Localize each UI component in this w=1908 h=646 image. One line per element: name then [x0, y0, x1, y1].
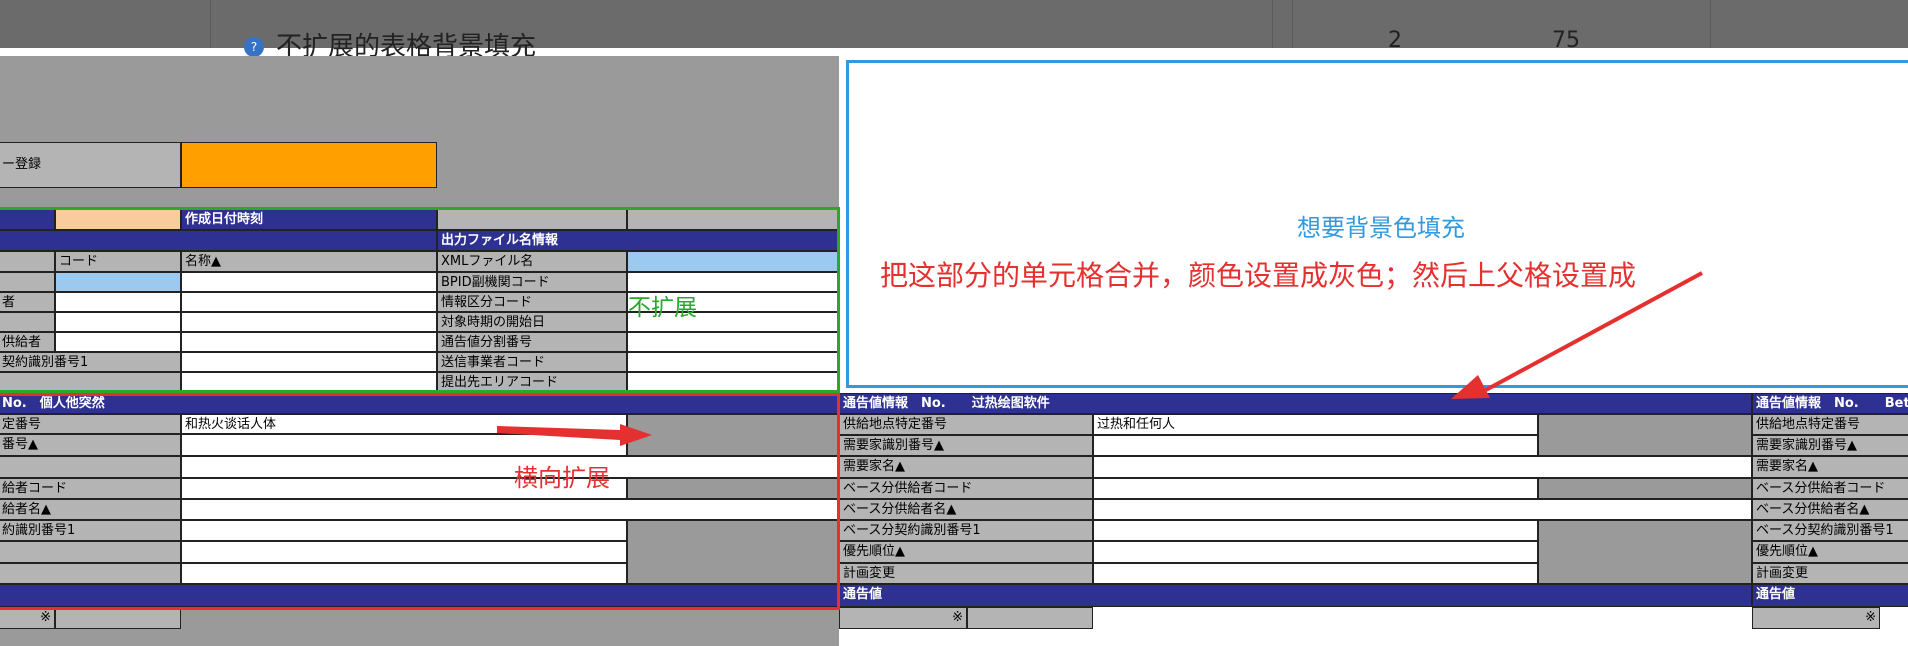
expand-arrow-icon — [497, 424, 652, 446]
annotation-arrows — [497, 271, 1703, 446]
instruction-arrow-icon — [1451, 375, 1490, 399]
instruction-arrow-line — [1483, 271, 1703, 393]
